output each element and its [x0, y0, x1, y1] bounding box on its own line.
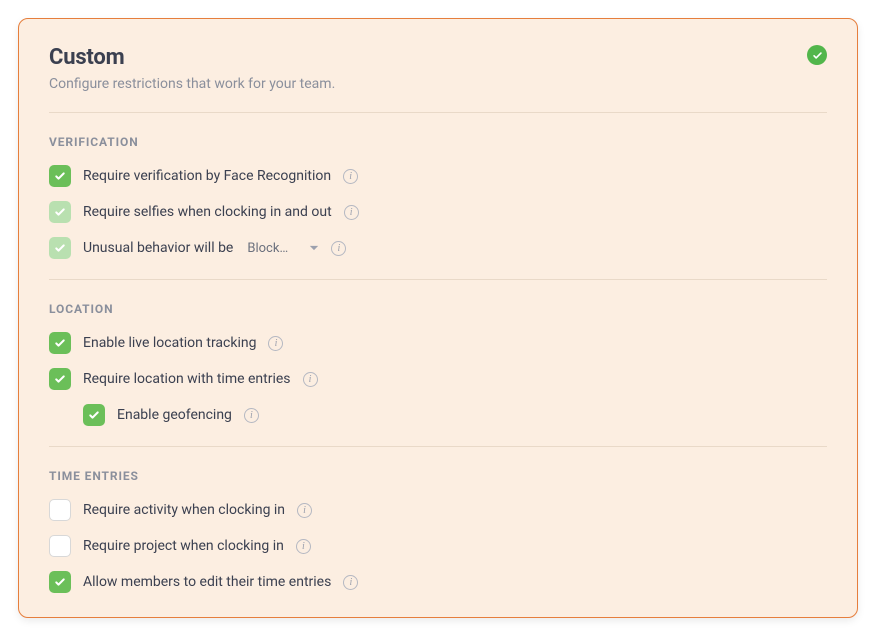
checkbox-selfies[interactable] [49, 201, 71, 223]
checkbox-geofencing[interactable] [83, 404, 105, 426]
status-selected-icon [807, 45, 827, 65]
checkbox-live-tracking[interactable] [49, 332, 71, 354]
row-require-project: Require project when clocking in i [49, 535, 827, 557]
info-icon[interactable]: i [296, 539, 311, 554]
label-require-activity: Require activity when clocking in [83, 502, 285, 518]
label-face-recognition: Require verification by Face Recognition [83, 168, 331, 184]
checkbox-face-recognition[interactable] [49, 165, 71, 187]
section-header-location: LOCATION [49, 302, 827, 316]
section-verification: VERIFICATION Require verification by Fac… [49, 135, 827, 259]
card-subtitle: Configure restrictions that work for you… [49, 76, 335, 92]
info-icon[interactable]: i [244, 408, 259, 423]
select-value: Block... [247, 241, 289, 256]
info-icon[interactable]: i [297, 503, 312, 518]
label-geofencing: Enable geofencing [117, 407, 232, 423]
row-require-location: Require location with time entries i [49, 368, 827, 390]
section-header-time: TIME ENTRIES [49, 469, 827, 483]
row-allow-edit: Allow members to edit their time entries… [49, 571, 827, 593]
section-header-verification: VERIFICATION [49, 135, 827, 149]
row-require-activity: Require activity when clocking in i [49, 499, 827, 521]
checkbox-allow-edit[interactable] [49, 571, 71, 593]
label-unusual-prefix: Unusual behavior will be [83, 240, 233, 256]
checkbox-require-location[interactable] [49, 368, 71, 390]
info-icon[interactable]: i [344, 205, 359, 220]
row-face-recognition: Require verification by Face Recognition… [49, 165, 827, 187]
label-live-tracking: Enable live location tracking [83, 335, 256, 351]
info-icon[interactable]: i [343, 575, 358, 590]
card-title: Custom [49, 45, 335, 70]
divider [49, 446, 827, 447]
card-header: Custom Configure restrictions that work … [49, 45, 827, 92]
label-require-location: Require location with time entries [83, 371, 291, 387]
checkbox-unusual-behavior[interactable] [49, 237, 71, 259]
section-time-entries: TIME ENTRIES Require activity when clock… [49, 469, 827, 593]
row-live-tracking: Enable live location tracking i [49, 332, 827, 354]
row-unusual-behavior: Unusual behavior will be Block... i [49, 237, 827, 259]
row-selfies: Require selfies when clocking in and out… [49, 201, 827, 223]
header-text-block: Custom Configure restrictions that work … [49, 45, 335, 92]
info-icon[interactable]: i [268, 336, 283, 351]
label-require-project: Require project when clocking in [83, 538, 284, 554]
info-icon[interactable]: i [331, 241, 346, 256]
section-location: LOCATION Enable live location tracking i… [49, 302, 827, 426]
info-icon[interactable]: i [343, 169, 358, 184]
checkbox-require-activity[interactable] [49, 499, 71, 521]
divider [49, 279, 827, 280]
settings-card: Custom Configure restrictions that work … [18, 18, 858, 618]
row-geofencing: Enable geofencing i [49, 404, 827, 426]
unusual-behavior-select[interactable]: Block... [247, 241, 319, 256]
info-icon[interactable]: i [303, 372, 318, 387]
label-allow-edit: Allow members to edit their time entries [83, 574, 331, 590]
divider [49, 112, 827, 113]
chevron-down-icon [295, 243, 319, 253]
checkbox-require-project[interactable] [49, 535, 71, 557]
label-selfies: Require selfies when clocking in and out [83, 204, 332, 220]
